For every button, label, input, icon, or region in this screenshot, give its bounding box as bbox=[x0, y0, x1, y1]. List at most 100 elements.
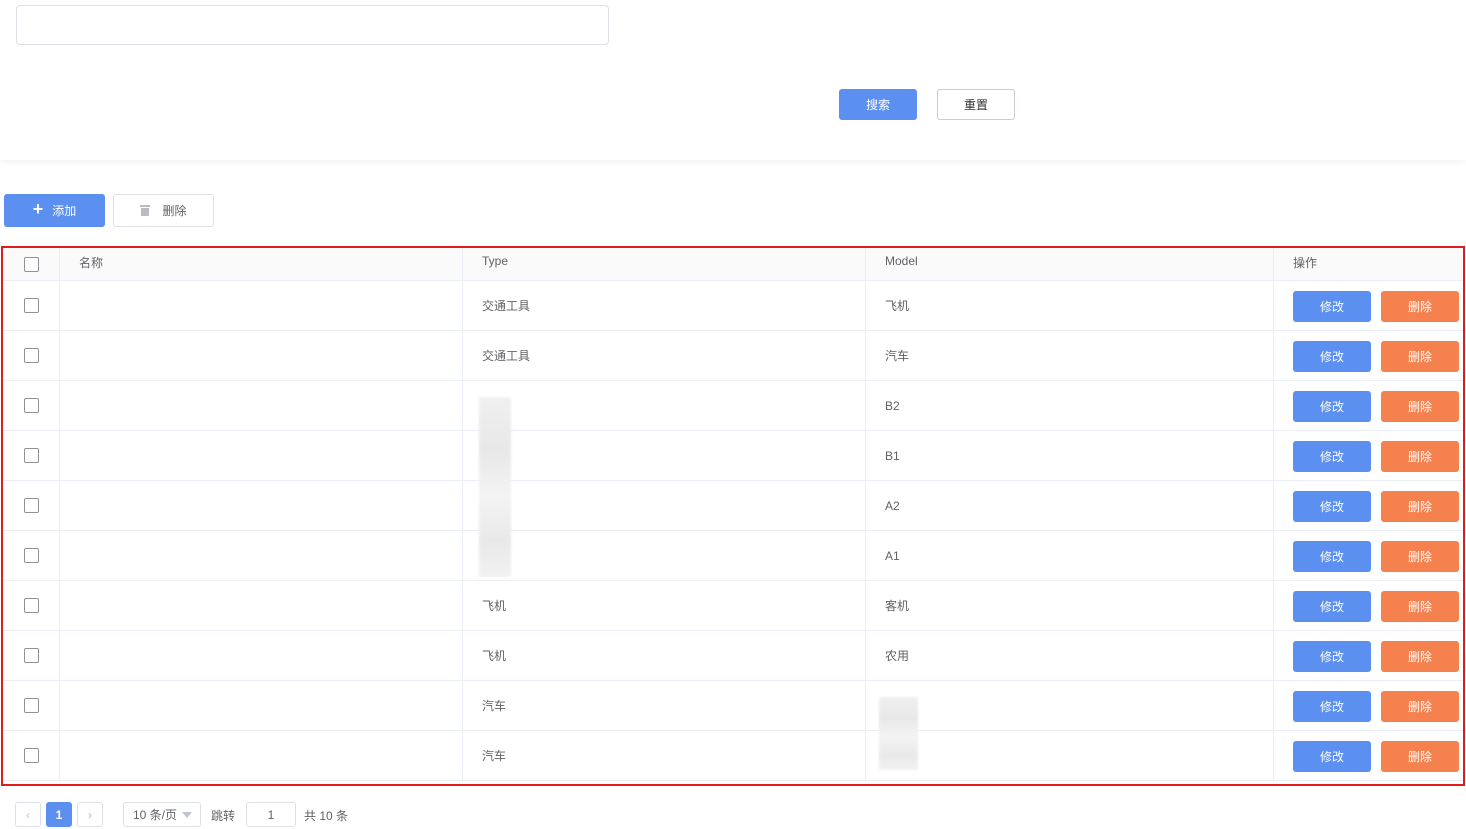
cell-ops: 修改 删除 bbox=[1274, 331, 1463, 380]
cell-model: 农用 bbox=[866, 631, 1274, 680]
cell-ops: 修改 删除 bbox=[1274, 381, 1463, 430]
edit-button[interactable]: 修改 bbox=[1293, 691, 1371, 722]
prev-page-button[interactable]: ‹ bbox=[15, 802, 41, 827]
cell-model: A2 bbox=[866, 481, 1274, 530]
row-checkbox[interactable] bbox=[23, 298, 39, 313]
cell-type bbox=[463, 481, 866, 530]
cell-model bbox=[866, 681, 1274, 730]
row-checkbox[interactable] bbox=[23, 548, 39, 563]
add-button[interactable]: + 添加 bbox=[4, 194, 105, 227]
row-checkbox[interactable] bbox=[23, 748, 39, 763]
cell-model: B2 bbox=[866, 381, 1274, 430]
reset-button[interactable]: 重置 bbox=[937, 89, 1015, 120]
cell-name bbox=[60, 331, 463, 380]
total-count: 共 10 条 bbox=[304, 809, 349, 823]
cell-name bbox=[60, 431, 463, 480]
caret-down-icon bbox=[182, 812, 192, 818]
cell-ops: 修改 删除 bbox=[1274, 731, 1463, 780]
delete-button[interactable]: 删除 bbox=[1381, 591, 1459, 622]
plus-icon: + bbox=[32, 198, 44, 219]
table-row: 汽车 修改 删除 bbox=[3, 681, 1463, 731]
cell-name bbox=[60, 531, 463, 580]
row-check-cell bbox=[3, 331, 60, 380]
row-checkbox[interactable] bbox=[23, 448, 39, 463]
edit-button[interactable]: 修改 bbox=[1293, 491, 1371, 522]
cell-type bbox=[463, 431, 866, 480]
table-row: A2 修改 删除 bbox=[3, 481, 1463, 531]
table-header: 名称 Type Model 操作 bbox=[3, 248, 1463, 281]
delete-button[interactable]: 删除 bbox=[1381, 391, 1459, 422]
edit-button[interactable]: 修改 bbox=[1293, 641, 1371, 672]
cell-ops: 修改 删除 bbox=[1274, 281, 1463, 330]
delete-button[interactable]: 删除 bbox=[1381, 291, 1459, 322]
page-size-value: 10 条/页 bbox=[133, 808, 178, 822]
edit-button[interactable]: 修改 bbox=[1293, 541, 1371, 572]
add-button-label: 添加 bbox=[52, 204, 77, 218]
batch-delete-button[interactable]: 删除 bbox=[113, 194, 214, 227]
row-check-cell bbox=[3, 481, 60, 530]
row-checkbox[interactable] bbox=[23, 648, 39, 663]
cell-model: B1 bbox=[866, 431, 1274, 480]
trash-icon bbox=[140, 205, 151, 216]
cell-type bbox=[463, 531, 866, 580]
redacted-type-block bbox=[479, 397, 511, 577]
edit-button[interactable]: 修改 bbox=[1293, 391, 1371, 422]
next-page-button[interactable]: › bbox=[77, 802, 103, 827]
delete-button[interactable]: 删除 bbox=[1381, 341, 1459, 372]
edit-button[interactable]: 修改 bbox=[1293, 341, 1371, 372]
row-checkbox[interactable] bbox=[23, 498, 39, 513]
cell-name bbox=[60, 731, 463, 780]
cell-type: 汽车 bbox=[463, 731, 866, 780]
delete-button[interactable]: 删除 bbox=[1381, 491, 1459, 522]
cell-model: 客机 bbox=[866, 581, 1274, 630]
page-1-button[interactable]: 1 bbox=[46, 802, 72, 827]
cell-ops: 修改 删除 bbox=[1274, 531, 1463, 580]
table-row: 飞机 客机 修改 删除 bbox=[3, 581, 1463, 631]
pagination: ‹ 1 › 10 条/页 跳转 1 共 10 条 bbox=[15, 802, 415, 827]
delete-button[interactable]: 删除 bbox=[1381, 641, 1459, 672]
batch-delete-label: 删除 bbox=[162, 204, 187, 218]
row-check-cell bbox=[3, 681, 60, 730]
cell-model bbox=[866, 731, 1274, 780]
edit-button[interactable]: 修改 bbox=[1293, 291, 1371, 322]
delete-button[interactable]: 删除 bbox=[1381, 691, 1459, 722]
cell-ops: 修改 删除 bbox=[1274, 631, 1463, 680]
jump-label: 跳转 bbox=[211, 809, 236, 823]
edit-button[interactable]: 修改 bbox=[1293, 441, 1371, 472]
row-check-cell bbox=[3, 531, 60, 580]
header-check-cell bbox=[3, 248, 60, 280]
redacted-model-block bbox=[879, 697, 918, 770]
jump-input[interactable]: 1 bbox=[246, 802, 296, 827]
cell-ops: 修改 删除 bbox=[1274, 481, 1463, 530]
table-row: 交通工具 汽车 修改 删除 bbox=[3, 331, 1463, 381]
row-check-cell bbox=[3, 581, 60, 630]
table-row: 汽车 修改 删除 bbox=[3, 731, 1463, 781]
select-all-checkbox[interactable] bbox=[23, 256, 39, 272]
page-size-select[interactable]: 10 条/页 bbox=[123, 802, 201, 827]
table-row: A1 修改 删除 bbox=[3, 531, 1463, 581]
cell-ops: 修改 删除 bbox=[1274, 431, 1463, 480]
edit-button[interactable]: 修改 bbox=[1293, 741, 1371, 772]
cell-name bbox=[60, 481, 463, 530]
cell-model: 汽车 bbox=[866, 331, 1274, 380]
delete-button[interactable]: 删除 bbox=[1381, 541, 1459, 572]
cell-type bbox=[463, 381, 866, 430]
cell-type: 飞机 bbox=[463, 581, 866, 630]
edit-button[interactable]: 修改 bbox=[1293, 591, 1371, 622]
cell-ops: 修改 删除 bbox=[1274, 581, 1463, 630]
header-name: 名称 bbox=[60, 248, 463, 280]
header-model: Model bbox=[866, 248, 1274, 280]
delete-button[interactable]: 删除 bbox=[1381, 741, 1459, 772]
search-button[interactable]: 搜索 bbox=[839, 89, 917, 120]
search-input[interactable] bbox=[16, 5, 609, 45]
delete-button[interactable]: 删除 bbox=[1381, 441, 1459, 472]
row-checkbox[interactable] bbox=[23, 598, 39, 613]
cell-ops: 修改 删除 bbox=[1274, 681, 1463, 730]
row-checkbox[interactable] bbox=[23, 398, 39, 413]
row-checkbox[interactable] bbox=[23, 348, 39, 363]
row-checkbox[interactable] bbox=[23, 698, 39, 713]
header-ops: 操作 bbox=[1293, 256, 1318, 270]
cell-model: A1 bbox=[866, 531, 1274, 580]
table-row: B2 修改 删除 bbox=[3, 381, 1463, 431]
table-row: B1 修改 删除 bbox=[3, 431, 1463, 481]
